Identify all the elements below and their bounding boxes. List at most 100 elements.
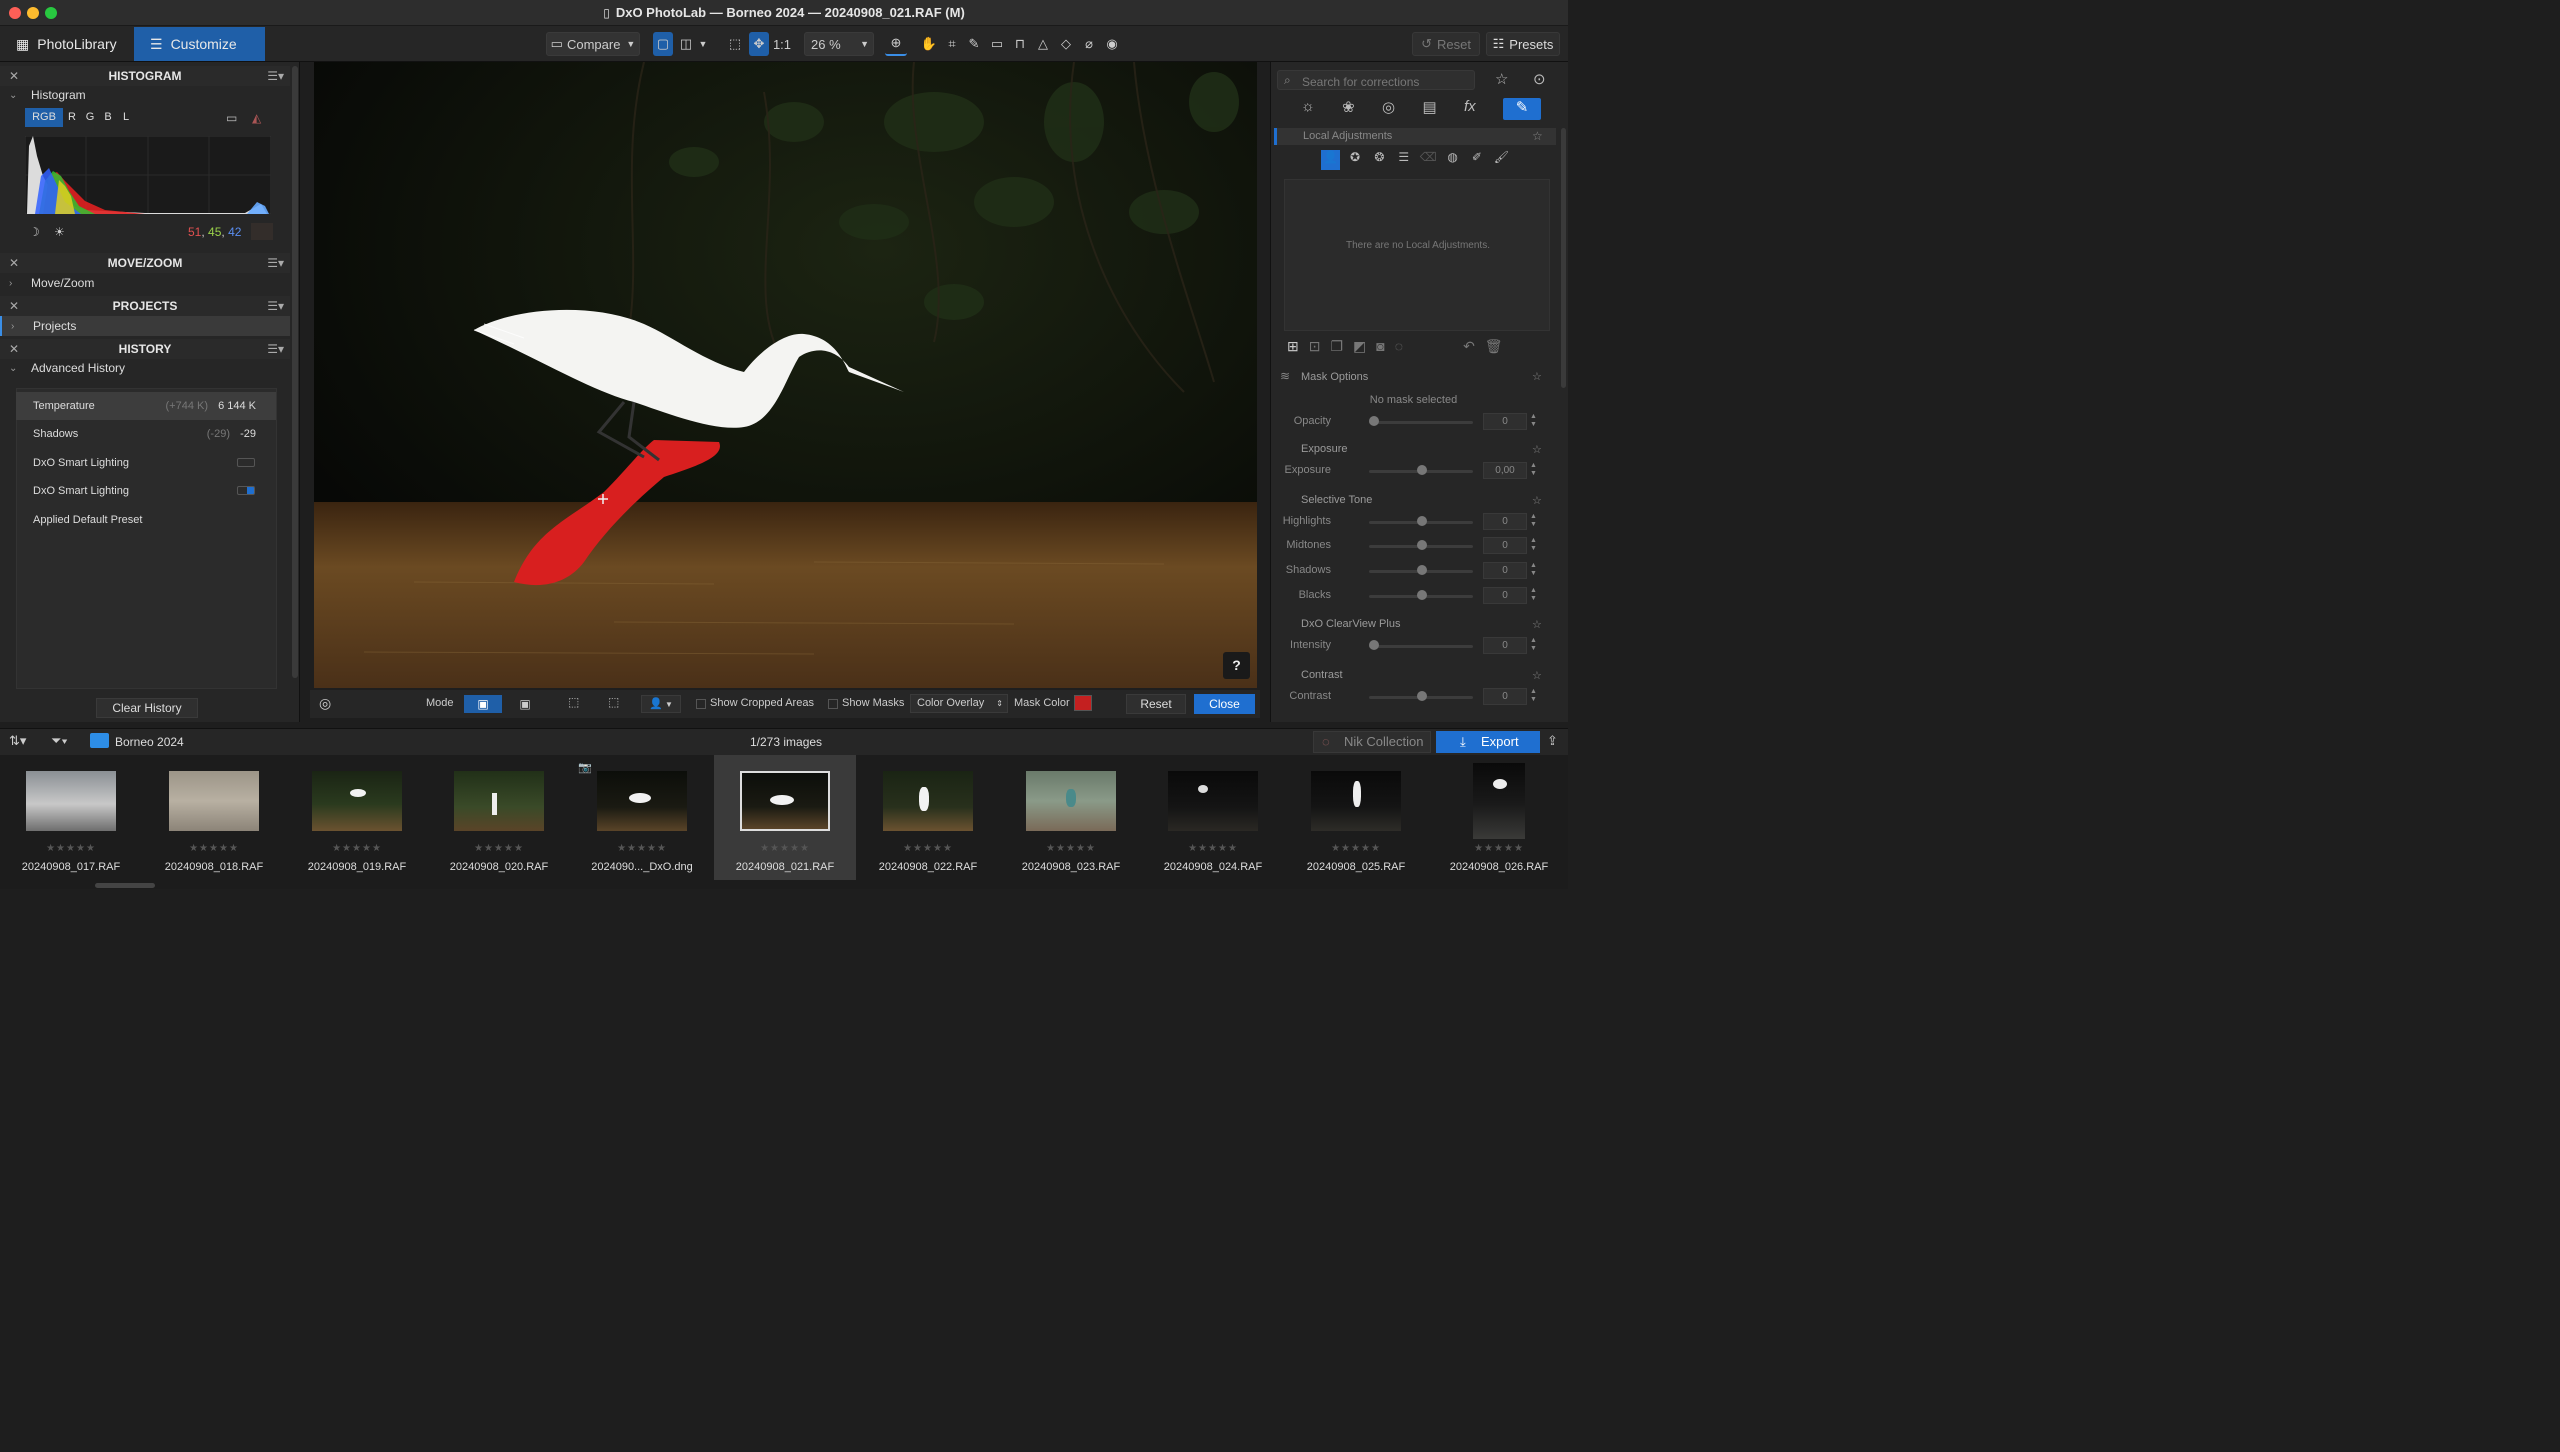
slider-knob[interactable]	[1369, 416, 1379, 426]
geometry-palette-icon[interactable]: ▤	[1422, 98, 1436, 120]
stepper-icon[interactable]: ▲ ▼	[1529, 587, 1538, 604]
compass-icon[interactable]: ◎	[319, 695, 331, 712]
history-row[interactable]: DxO Smart Lighting	[16, 449, 276, 477]
select-subtract-icon[interactable]: ⬚	[608, 695, 619, 709]
mask-icon[interactable]: ◙	[1376, 338, 1384, 356]
channel-l[interactable]: L	[117, 108, 135, 127]
star-icon[interactable]: ☆	[1495, 70, 1508, 88]
intensity-slider[interactable]: Intensity 0 ▲ ▼	[1271, 636, 1541, 656]
reshape-tool-button[interactable]: △	[1033, 32, 1053, 56]
value-field[interactable]: 0	[1483, 413, 1527, 430]
close-icon[interactable]: ✕	[9, 256, 19, 270]
value-field[interactable]: 0,00	[1483, 462, 1527, 479]
zoom-field[interactable]: 26 % ▼	[804, 32, 874, 56]
value-field[interactable]: 0	[1483, 587, 1527, 604]
nik-collection-button[interactable]: ◌ Nik Collection	[1313, 731, 1431, 753]
stepper-icon[interactable]: ▲ ▼	[1529, 637, 1538, 654]
search-field[interactable]: ⌕ Search for corrections	[1277, 70, 1475, 90]
filmstrip-thumbnail[interactable]: ★★★★★ 20240908_023.RAF	[1000, 755, 1142, 880]
filter-icon[interactable]: ⏷▾	[51, 733, 68, 749]
exposure-slider[interactable]: Exposure 0,00 ▲ ▼	[1271, 461, 1541, 481]
filmstrip-thumbnail[interactable]: ★★★★★ 20240908_018.RAF	[143, 755, 285, 880]
single-view-button[interactable]: ▢	[653, 32, 673, 56]
hide-icon[interactable]: ◌	[1395, 338, 1403, 356]
slider-track[interactable]	[1369, 645, 1473, 648]
duplicate-icon[interactable]: ❐	[1330, 338, 1343, 356]
midtones-slider[interactable]: Midtones 0 ▲ ▼	[1271, 536, 1541, 556]
channel-b[interactable]: B	[99, 108, 117, 127]
star-icon[interactable]: ☆	[1532, 494, 1542, 507]
detail-palette-icon[interactable]: ◎	[1382, 98, 1395, 120]
maximize-window-button[interactable]	[45, 7, 57, 19]
close-icon[interactable]: ✕	[9, 69, 19, 83]
value-field[interactable]: 0	[1483, 637, 1527, 654]
manual-mode-button[interactable]: ▣	[506, 695, 544, 713]
channel-r[interactable]: R	[63, 108, 81, 127]
image-viewer[interactable]: ?	[314, 62, 1257, 688]
star-icon[interactable]: ☆	[1532, 370, 1542, 383]
share-icon[interactable]: ⇪	[1547, 733, 1558, 749]
color-palette-icon[interactable]: ❀	[1342, 98, 1355, 120]
invert-icon[interactable]: ◩	[1353, 338, 1366, 356]
horizon-tool-button[interactable]: ▭	[987, 32, 1007, 56]
shadows-slider[interactable]: Shadows 0 ▲ ▼	[1271, 561, 1541, 581]
control-point-icon[interactable]: ✪	[1345, 150, 1364, 170]
filmstrip-thumbnail[interactable]: ★★★★★ 20240908_019.RAF	[286, 755, 428, 880]
control-line-icon[interactable]: ❂	[1370, 150, 1389, 170]
monitor-icon[interactable]: ▭	[226, 111, 237, 125]
help-button[interactable]: ?	[1223, 652, 1250, 679]
sort-icon[interactable]: ⇅▾	[9, 733, 26, 749]
show-masks-checkbox[interactable]	[828, 699, 838, 709]
filmstrip-thumbnail[interactable]: ★★★★★ 20240908_020.RAF	[428, 755, 570, 880]
history-row[interactable]: DxO Smart Lighting	[16, 477, 276, 505]
toggle-icon[interactable]: ⊙	[1533, 70, 1546, 88]
close-icon[interactable]: ✕	[9, 299, 19, 313]
close-icon[interactable]: ✕	[9, 342, 19, 356]
tab-photolibrary[interactable]: ▦ PhotoLibrary	[0, 27, 133, 61]
value-field[interactable]: 0	[1483, 688, 1527, 705]
blacks-slider[interactable]: Blacks 0 ▲ ▼	[1271, 586, 1541, 606]
histogram-header[interactable]: ✕ HISTOGRAM ☰▾	[0, 66, 290, 86]
filmstrip-thumbnail[interactable]: ★★★★★ 20240908_025.RAF	[1285, 755, 1427, 880]
auto-mask-icon[interactable]: 👤	[1321, 150, 1341, 170]
movezoom-header[interactable]: ✕ MOVE/ZOOM ☰▾	[0, 253, 290, 273]
star-icon[interactable]: ☆	[1532, 443, 1542, 456]
menu-icon[interactable]: ☰▾	[267, 69, 284, 83]
split-view-button[interactable]: ◫	[676, 32, 696, 56]
filmstrip-thumbnail[interactable]: ★★★★★ 20240908_024.RAF	[1142, 755, 1284, 880]
zoom-tool-button[interactable]: ⊕	[885, 32, 907, 56]
stepper-icon[interactable]: ▲ ▼	[1529, 537, 1538, 554]
filmstrip-thumbnail-selected[interactable]: ★★★★★ 20240908_021.RAF	[714, 755, 856, 880]
eyedropper-tool-button[interactable]: ✎	[964, 32, 984, 56]
channel-g[interactable]: G	[81, 108, 99, 127]
local-adjustments-header[interactable]: Local Adjustments ☆	[1274, 128, 1556, 145]
slider-track[interactable]	[1369, 421, 1473, 424]
value-field[interactable]: 0	[1483, 537, 1527, 554]
slider-knob[interactable]	[1417, 465, 1427, 475]
export-button[interactable]: ⤓ Export	[1436, 731, 1540, 753]
slider-knob[interactable]	[1417, 516, 1427, 526]
undo-icon[interactable]: ↶	[1463, 338, 1475, 356]
overlay-mode-select[interactable]: Color Overlay ⇕	[910, 694, 1008, 713]
opacity-slider[interactable]: Opacity 0 ▲ ▼	[1271, 412, 1541, 432]
highlight-clipping-icon[interactable]: ☀	[54, 225, 65, 239]
brush-icon[interactable]: ✐	[1467, 150, 1486, 170]
move-button[interactable]: ✥	[749, 32, 769, 56]
history-subpanel[interactable]: ⌄ Advanced History	[0, 358, 290, 378]
filmstrip-thumbnail[interactable]: ★★★★★ 2024090..._DxO.dng	[571, 755, 713, 880]
select-area-icon[interactable]: ⬚	[568, 695, 579, 709]
history-row[interactable]: Applied Default Preset	[16, 506, 276, 534]
menu-icon[interactable]: ☰▾	[267, 342, 284, 356]
filmstrip-thumbnail[interactable]: ★★★★★ 20240908_026.RAF	[1428, 755, 1570, 880]
close-local-button[interactable]: Close	[1194, 694, 1255, 714]
compare-button[interactable]: ▭ Compare ▼	[546, 32, 640, 56]
highlights-slider[interactable]: Highlights 0 ▲ ▼	[1271, 512, 1541, 532]
reset-local-button[interactable]: Reset	[1126, 694, 1186, 714]
history-header[interactable]: ✕ HISTORY ☰▾	[0, 339, 290, 359]
preview-button[interactable]: ◉	[1102, 32, 1122, 56]
one-to-one-button[interactable]: 1:1	[771, 32, 793, 56]
color-picker-icon[interactable]: ◍	[1443, 150, 1462, 170]
projects-subpanel[interactable]: › Projects	[0, 316, 290, 336]
stepper-icon[interactable]: ▲ ▼	[1529, 462, 1538, 479]
minimize-window-button[interactable]	[27, 7, 39, 19]
